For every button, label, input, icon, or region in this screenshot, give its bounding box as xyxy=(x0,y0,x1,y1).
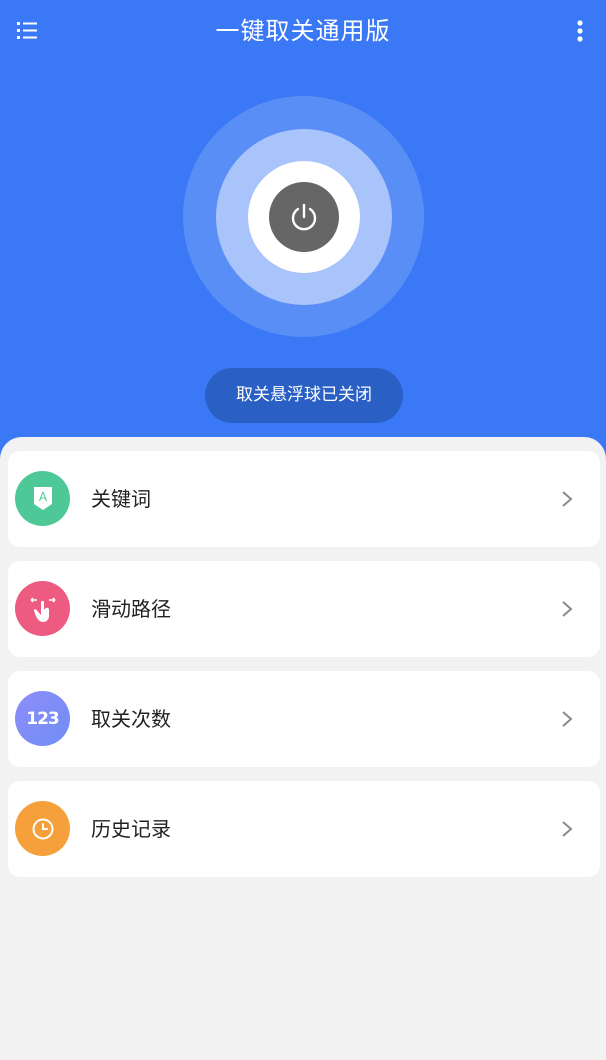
more-vertical-icon[interactable] xyxy=(566,17,594,45)
power-button[interactable] xyxy=(269,182,339,252)
menu-item-label: 取关次数 xyxy=(91,707,171,731)
svg-text:A: A xyxy=(38,490,47,504)
chevron-right-icon xyxy=(562,711,573,727)
clock-history-icon xyxy=(15,801,70,856)
power-icon xyxy=(291,203,317,231)
swipe-gesture-icon xyxy=(15,581,70,636)
menu-item-swipe-path[interactable]: 滑动路径 xyxy=(8,561,600,657)
chevron-right-icon xyxy=(562,601,573,617)
count-123-icon: 123 xyxy=(15,691,70,746)
chevron-right-icon xyxy=(562,821,573,837)
floating-ball-status[interactable]: 取关悬浮球已关闭 xyxy=(205,368,403,423)
keyword-tag-icon: A xyxy=(15,471,70,526)
top-bar: 一键取关通用版 xyxy=(0,0,606,62)
menu-item-history[interactable]: 历史记录 xyxy=(8,781,600,877)
hero-panel: 一键取关通用版 取关悬浮球已关闭 xyxy=(0,0,606,470)
menu-item-label: 滑动路径 xyxy=(91,597,171,621)
page-title: 一键取关通用版 xyxy=(215,17,391,45)
menu-item-label: 关键词 xyxy=(91,487,151,511)
menu-item-unfollow-count[interactable]: 123 取关次数 xyxy=(8,671,600,767)
menu-item-label: 历史记录 xyxy=(91,817,171,841)
chevron-right-icon xyxy=(562,491,573,507)
menu-item-keywords[interactable]: A 关键词 xyxy=(8,451,600,547)
